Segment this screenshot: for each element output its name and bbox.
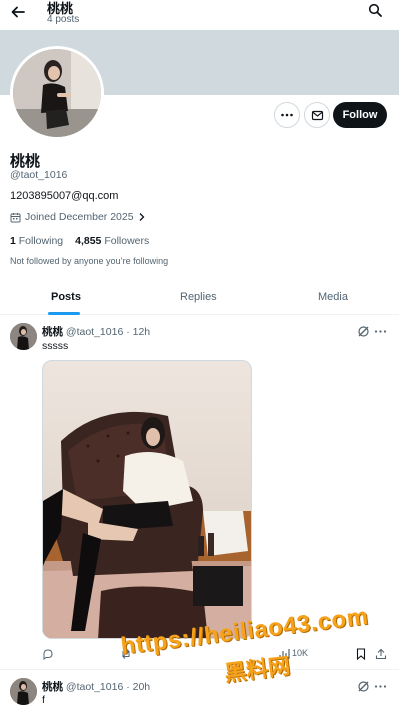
follow-stats: 1 Following 4,855 Followers bbox=[10, 235, 149, 247]
following-link[interactable]: 1 Following bbox=[10, 235, 63, 247]
post-author-handle[interactable]: @taot_1016 bbox=[66, 326, 123, 338]
profile-display-name: 桃桃 bbox=[10, 153, 41, 170]
post-time[interactable]: · 12h bbox=[126, 326, 150, 338]
tab-media[interactable]: Media bbox=[318, 291, 348, 303]
search-icon[interactable] bbox=[368, 3, 382, 17]
post-avatar[interactable] bbox=[10, 678, 37, 705]
followers-label: Followers bbox=[104, 235, 150, 247]
post-media-image[interactable] bbox=[42, 360, 252, 639]
profile-handle: @taot_1016 bbox=[10, 169, 68, 181]
follow-button[interactable]: Follow bbox=[333, 102, 387, 128]
profile-avatar[interactable] bbox=[10, 46, 104, 140]
followers-link[interactable]: 4,855 Followers bbox=[75, 235, 149, 247]
chevron-right-icon bbox=[139, 213, 144, 221]
more-options-button[interactable] bbox=[274, 102, 300, 128]
followers-count: 4,855 bbox=[75, 235, 102, 247]
post-author-handle[interactable]: @taot_1016 bbox=[66, 681, 123, 693]
joined-text: Joined December 2025 bbox=[25, 211, 134, 223]
mail-icon bbox=[311, 110, 323, 120]
calendar-icon bbox=[10, 212, 21, 222]
post-text: sssss bbox=[42, 340, 69, 352]
not-followed-note: Not followed by anyone you’re following bbox=[10, 256, 169, 266]
following-count: 1 bbox=[10, 235, 16, 247]
post-text: f bbox=[42, 694, 45, 706]
reply-icon[interactable] bbox=[42, 648, 54, 660]
post-more-icon[interactable] bbox=[374, 325, 387, 338]
top-bar: 桃桃 4 posts bbox=[0, 0, 399, 30]
profile-tabs: Posts Replies Media bbox=[0, 282, 399, 315]
tab-replies[interactable]: Replies bbox=[180, 291, 217, 303]
following-label: Following bbox=[18, 235, 64, 247]
back-arrow-icon[interactable] bbox=[10, 4, 26, 20]
post-author-name[interactable]: 桃桃 bbox=[42, 681, 63, 693]
post-avatar[interactable] bbox=[10, 323, 37, 350]
watermark-text: 黑料网 bbox=[222, 653, 292, 686]
message-button[interactable] bbox=[304, 102, 330, 128]
post-author-name[interactable]: 桃桃 bbox=[42, 326, 63, 338]
profile-joined[interactable]: Joined December 2025 bbox=[10, 211, 146, 223]
tab-posts[interactable]: Posts bbox=[51, 291, 81, 303]
more-dots-icon bbox=[281, 113, 293, 117]
active-tab-indicator bbox=[48, 312, 80, 315]
post-header: 桃桃 @taot_1016 · 12h bbox=[42, 324, 150, 339]
grok-icon[interactable] bbox=[357, 325, 370, 338]
watermark: https://heiliao43.com 黑料网 bbox=[119, 603, 385, 698]
header-post-count: 4 posts bbox=[47, 14, 80, 25]
profile-bio: 1203895007@qq.com bbox=[10, 190, 119, 202]
